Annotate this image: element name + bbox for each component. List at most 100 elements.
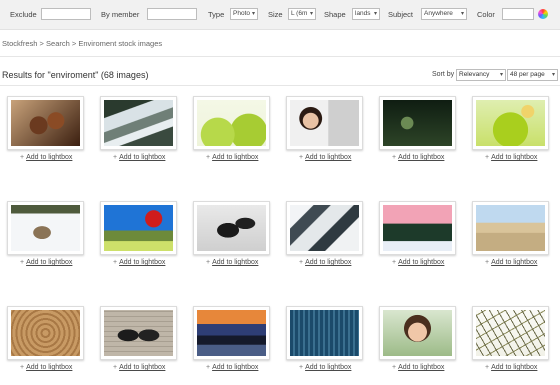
thumbnail[interactable] [100, 96, 177, 150]
add-to-lightbox-link[interactable]: Add to lightbox [491, 364, 537, 371]
add-to-lightbox[interactable]: + Add to lightbox [20, 364, 72, 371]
stadium-seats-icon[interactable] [290, 310, 359, 356]
add-to-lightbox-link[interactable]: Add to lightbox [212, 364, 258, 371]
exclude-label: Exclude [10, 10, 37, 19]
type-select[interactable]: Photo ▾ [230, 8, 258, 20]
wood-rings-icon[interactable] [11, 310, 80, 356]
add-to-lightbox-link[interactable]: Add to lightbox [305, 364, 351, 371]
add-to-lightbox-link[interactable]: Add to lightbox [305, 259, 351, 266]
waterfall-icon[interactable] [104, 100, 173, 146]
exclude-input[interactable] [41, 8, 91, 20]
add-to-lightbox[interactable]: + Add to lightbox [20, 154, 72, 161]
plus-icon: + [392, 364, 397, 371]
sort-select[interactable]: Relevancy ▾ [456, 69, 506, 81]
thumbnail[interactable] [472, 306, 549, 360]
add-to-lightbox-link[interactable]: Add to lightbox [491, 259, 537, 266]
add-to-lightbox-link[interactable]: Add to lightbox [26, 364, 72, 371]
thumbnail[interactable] [286, 306, 363, 360]
dunes-icon[interactable] [476, 205, 545, 251]
add-to-lightbox[interactable]: + Add to lightbox [113, 154, 165, 161]
add-to-lightbox-link[interactable]: Add to lightbox [26, 154, 72, 161]
snow-stream-icon[interactable] [197, 205, 266, 251]
thumbnail[interactable] [7, 96, 84, 150]
add-to-lightbox[interactable]: + Add to lightbox [299, 364, 351, 371]
chevron-down-icon: ▾ [251, 11, 255, 17]
woman-phone-icon[interactable] [290, 100, 359, 146]
add-to-lightbox[interactable]: + Add to lightbox [113, 364, 165, 371]
add-to-lightbox-link[interactable]: Add to lightbox [212, 259, 258, 266]
thumbnail[interactable] [7, 201, 84, 255]
thumbnail[interactable] [379, 306, 456, 360]
add-to-lightbox[interactable]: + Add to lightbox [206, 259, 258, 266]
add-to-lightbox[interactable]: + Add to lightbox [299, 154, 351, 161]
plus-icon: + [206, 364, 211, 371]
thumbnail[interactable] [286, 201, 363, 255]
green-ornament-icon[interactable] [197, 100, 266, 146]
add-to-lightbox[interactable]: + Add to lightbox [485, 259, 537, 266]
thumbnail[interactable] [193, 306, 270, 360]
thumbnail[interactable] [100, 201, 177, 255]
add-to-lightbox-link[interactable]: Add to lightbox [119, 364, 165, 371]
add-to-lightbox[interactable]: + Add to lightbox [299, 259, 351, 266]
plus-icon: + [206, 259, 211, 266]
add-to-lightbox[interactable]: + Add to lightbox [113, 259, 165, 266]
breadcrumb: Stockfresh > Search > Enviroment stock i… [2, 39, 162, 48]
smiling-woman-icon[interactable] [383, 310, 452, 356]
add-to-lightbox-link[interactable]: Add to lightbox [119, 154, 165, 161]
thumbnail[interactable] [193, 201, 270, 255]
add-to-lightbox-link[interactable]: Add to lightbox [398, 364, 444, 371]
add-to-lightbox[interactable]: + Add to lightbox [206, 154, 258, 161]
subject-select[interactable]: Anywhere ▾ [421, 8, 467, 20]
per-page-select[interactable]: 48 per page ▾ [507, 69, 558, 81]
thumbnail[interactable] [7, 306, 84, 360]
member-input[interactable] [147, 8, 197, 20]
plus-icon: + [299, 154, 304, 161]
plus-icon: + [485, 364, 490, 371]
add-to-lightbox[interactable]: + Add to lightbox [392, 259, 444, 266]
color-label: Color [477, 10, 495, 19]
subject-label: Subject [388, 10, 414, 19]
add-to-lightbox-link[interactable]: Add to lightbox [398, 259, 444, 266]
green-ornament-bow-icon[interactable] [476, 100, 545, 146]
add-to-lightbox-link[interactable]: Add to lightbox [212, 154, 258, 161]
add-to-lightbox[interactable]: + Add to lightbox [392, 154, 444, 161]
thumbnail[interactable] [286, 96, 363, 150]
thumbnail[interactable] [472, 201, 549, 255]
sketch-lines-icon[interactable] [476, 310, 545, 356]
add-to-lightbox[interactable]: + Add to lightbox [485, 364, 537, 371]
breadcrumb-item[interactable]: Stockfresh [2, 39, 37, 48]
add-to-lightbox-link[interactable]: Add to lightbox [119, 259, 165, 266]
add-to-lightbox[interactable]: + Add to lightbox [206, 364, 258, 371]
thumbnail[interactable] [472, 96, 549, 150]
plus-icon: + [299, 259, 304, 266]
thumbnail[interactable] [193, 96, 270, 150]
thumbnail[interactable] [379, 96, 456, 150]
thumbnail[interactable] [100, 306, 177, 360]
add-to-lightbox[interactable]: + Add to lightbox [392, 364, 444, 371]
color-picker-icon[interactable] [538, 9, 548, 19]
icy-river-icon[interactable] [290, 205, 359, 251]
color-input[interactable] [502, 8, 534, 20]
two-women-icon[interactable] [104, 310, 173, 356]
coffee-beans-icon[interactable] [11, 100, 80, 146]
sunset-road-icon[interactable] [197, 310, 266, 356]
add-to-lightbox-link[interactable]: Add to lightbox [305, 154, 351, 161]
chevron-down-icon: ▾ [460, 11, 464, 17]
stop-sign-icon[interactable] [104, 205, 173, 251]
add-to-lightbox-link[interactable]: Add to lightbox [491, 154, 537, 161]
add-to-lightbox[interactable]: + Add to lightbox [485, 154, 537, 161]
add-to-lightbox[interactable]: + Add to lightbox [20, 259, 72, 266]
plus-icon: + [113, 154, 118, 161]
plus-icon: + [20, 364, 25, 371]
breadcrumb-item[interactable]: Search [46, 39, 70, 48]
add-to-lightbox-link[interactable]: Add to lightbox [398, 154, 444, 161]
add-to-lightbox-link[interactable]: Add to lightbox [26, 259, 72, 266]
plus-icon: + [392, 259, 397, 266]
dark-forest-icon[interactable] [383, 100, 452, 146]
size-select[interactable]: L (6m ▾ [288, 8, 316, 20]
shape-select[interactable]: lands ▾ [352, 8, 380, 20]
breadcrumb-separator: > [71, 39, 77, 48]
thumbnail[interactable] [379, 201, 456, 255]
snowy-pines-icon[interactable] [383, 205, 452, 251]
reindeer-snow-icon[interactable] [11, 205, 80, 251]
